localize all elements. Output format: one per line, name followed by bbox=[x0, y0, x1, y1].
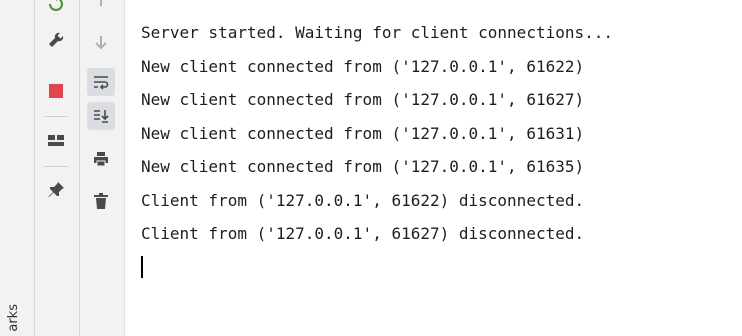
scroll-up-icon[interactable] bbox=[87, 0, 115, 14]
layout-icon[interactable] bbox=[42, 127, 70, 155]
console-output[interactable]: Server started. Waiting for client conne… bbox=[141, 16, 742, 251]
trash-icon[interactable] bbox=[87, 187, 115, 215]
console-line: Client from ('127.0.0.1', 61627) disconn… bbox=[141, 224, 585, 243]
console-line: Client from ('127.0.0.1', 61622) disconn… bbox=[141, 190, 585, 210]
text-caret bbox=[141, 256, 143, 278]
console-line: New client connected from ('127.0.0.1', … bbox=[141, 123, 585, 143]
stop-icon[interactable] bbox=[42, 77, 70, 105]
print-icon[interactable] bbox=[87, 145, 115, 173]
console-line: New client connected from ('127.0.0.1', … bbox=[141, 56, 585, 76]
wrench-icon[interactable] bbox=[42, 26, 70, 54]
console-line: Server started. Waiting for client conne… bbox=[141, 23, 614, 42]
console-line: New client connected from ('127.0.0.1', … bbox=[141, 90, 585, 109]
scroll-down-icon[interactable] bbox=[87, 28, 115, 56]
pin-icon[interactable] bbox=[42, 176, 70, 204]
toolbar-separator bbox=[44, 166, 68, 167]
console-line: New client connected from ('127.0.0.1', … bbox=[141, 157, 585, 176]
side-tool-window-strip: arks bbox=[0, 0, 35, 336]
toolbar-separator bbox=[44, 116, 68, 117]
run-toolbar-secondary bbox=[80, 0, 125, 336]
scroll-to-end-icon[interactable] bbox=[87, 102, 115, 130]
bookmarks-tab-label[interactable]: arks bbox=[6, 304, 21, 332]
run-toolbar-primary bbox=[35, 0, 80, 336]
soft-wrap-icon[interactable] bbox=[87, 68, 115, 96]
rerun-icon[interactable] bbox=[42, 0, 70, 18]
